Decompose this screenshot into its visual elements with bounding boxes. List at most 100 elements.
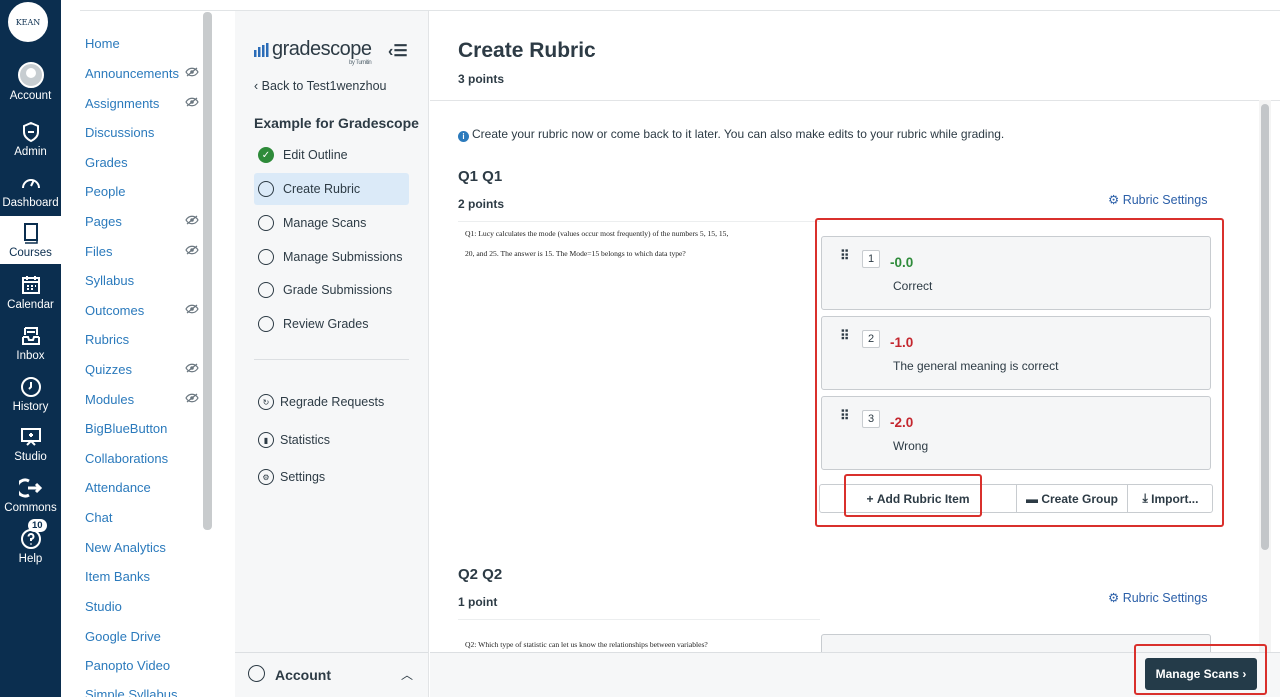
course-nav-home[interactable]: Home [85,36,120,51]
global-nav-courses[interactable]: Courses [0,216,61,264]
rubric-settings-label: Rubric Settings [1122,193,1208,207]
hidden-eye-icon [185,67,199,77]
rubric-settings-link[interactable]: ⚙ Rubric Settings [1108,590,1207,605]
global-nav-studio[interactable]: Studio [0,425,61,469]
account-menu-toggle[interactable]: Account ︿ [235,652,428,697]
regrade-requests-link[interactable]: ↻ Regrade Requests [258,394,384,410]
step-label: Edit Outline [283,148,348,162]
course-nav-attendance[interactable]: Attendance [85,480,151,495]
course-nav-syllabus[interactable]: Syllabus [85,273,134,288]
global-nav-dashboard[interactable]: Dashboard [0,171,61,215]
course-nav-discussions[interactable]: Discussions [85,125,154,140]
question-text-line: 20, and 25. The answer is 15. The Mode=1… [465,249,686,258]
course-nav-grades[interactable]: Grades [85,155,128,170]
global-nav-admin[interactable]: Admin [0,120,61,164]
course-nav-scrollbar[interactable] [203,12,212,530]
rubric-settings-link[interactable]: ⚙ Rubric Settings [1108,192,1207,207]
gradescope-bars-icon [254,43,269,57]
circle-icon [258,282,274,298]
hidden-eye-icon [185,97,199,107]
global-nav-history[interactable]: History [0,375,61,419]
global-nav-calendar[interactable]: Calendar [0,273,61,317]
question-points: 2 points [458,197,505,211]
inbox-icon [21,327,40,345]
hidden-eye-icon [185,363,199,373]
question-title: Q1 Q1 [458,168,503,185]
circle-icon [258,181,274,197]
course-nav-rubrics[interactable]: Rubrics [85,332,129,347]
sidebar-divider [254,359,409,360]
course-nav-bigbluebutton[interactable]: BigBlueButton [85,421,167,436]
global-nav-help[interactable]: 10 Help [0,519,61,571]
back-link-label: Back to Test1wenzhou [261,79,387,93]
course-nav-quizzes[interactable]: Quizzes [85,362,132,377]
statistics-link[interactable]: ▮ Statistics [258,432,330,448]
info-icon: i [458,131,469,142]
global-nav-label: Inbox [16,350,45,362]
gradescope-logo-subtitle: by Turnitin [349,60,372,66]
course-nav-modules[interactable]: Modules [85,392,134,407]
circle-icon [258,215,274,231]
course-nav-pages[interactable]: Pages [85,214,122,229]
global-nav-account[interactable]: Account [0,58,61,110]
global-nav-label: Commons [4,502,57,514]
university-seal-logo[interactable]: KEAN [6,0,50,44]
book-icon [23,223,38,244]
step-edit-outline[interactable]: ✓ Edit Outline [254,139,409,171]
course-nav-google-drive[interactable]: Google Drive [85,629,161,644]
page-total-points: 3 points [458,72,505,86]
step-label: Review Grades [283,317,369,331]
global-nav-inbox[interactable]: Inbox [0,324,61,368]
chevron-left-icon: ‹ [254,79,262,93]
global-nav-label: Account [9,90,52,102]
step-manage-submissions[interactable]: Manage Submissions [254,241,409,273]
info-message: i Create your rubric now or come back to … [458,127,1004,142]
assignment-title: Example for Gradescope [254,115,419,131]
commons-arrow-icon [18,478,42,498]
check-circle-icon: ✓ [258,147,274,163]
course-nav-outcomes[interactable]: Outcomes [85,303,144,318]
course-nav-panopto-video[interactable]: Panopto Video [85,658,170,673]
help-notification-badge: 10 [28,519,47,532]
step-manage-scans[interactable]: Manage Scans [254,207,409,239]
course-nav-new-analytics[interactable]: New Analytics [85,540,166,555]
account-label: Account [275,667,331,683]
collapse-sidebar-icon[interactable]: ‹☰ [388,41,408,61]
global-nav-label: Help [18,553,43,565]
course-nav-simple-syllabus[interactable]: Simple Syllabus [85,687,178,697]
course-nav-item-banks[interactable]: Item Banks [85,569,150,584]
gear-icon: ⚙ [1108,591,1123,605]
regrade-icon: ↻ [258,394,274,410]
settings-gear-icon: ⚙ [258,469,274,485]
rubric-settings-label: Rubric Settings [1122,591,1208,605]
step-create-rubric[interactable]: Create Rubric [254,173,409,205]
course-nav-files[interactable]: Files [85,244,112,259]
hidden-eye-icon [185,245,199,255]
global-nav-label: History [12,401,49,413]
global-nav-label: Admin [14,146,47,158]
settings-link[interactable]: ⚙ Settings [258,469,325,485]
gear-icon: ⚙ [1108,193,1123,207]
header-divider [430,100,1280,101]
global-nav: KEAN Account Admin Dashboard Courses Cal… [0,0,61,697]
course-nav-people[interactable]: People [85,184,125,199]
course-nav-assignments[interactable]: Assignments [85,96,159,111]
question-text: Q1: Lucy calculates the mode (values occ… [465,224,825,264]
course-nav-collaborations[interactable]: Collaborations [85,451,168,466]
global-nav-label: Studio [14,451,47,463]
account-avatar-icon [17,62,44,88]
main-scrollbar[interactable] [1261,104,1269,550]
chevron-up-icon: ︿ [401,668,414,682]
gradescope-logo[interactable]: gradescope by Turnitin [254,38,372,66]
back-to-course-link[interactable]: ‹ Back to Test1wenzhou [254,79,387,93]
course-nav-studio[interactable]: Studio [85,599,122,614]
global-nav-commons[interactable]: Commons [0,476,61,520]
step-review-grades[interactable]: Review Grades [254,308,409,340]
step-grade-submissions[interactable]: Grade Submissions [254,274,409,306]
step-label: Manage Submissions [283,250,403,264]
question-divider [458,619,820,620]
tool-label: Regrade Requests [280,395,385,409]
course-nav-announcements[interactable]: Announcements [85,66,179,81]
info-text: Create your rubric now or come back to i… [472,127,1005,141]
course-nav-chat[interactable]: Chat [85,510,112,525]
